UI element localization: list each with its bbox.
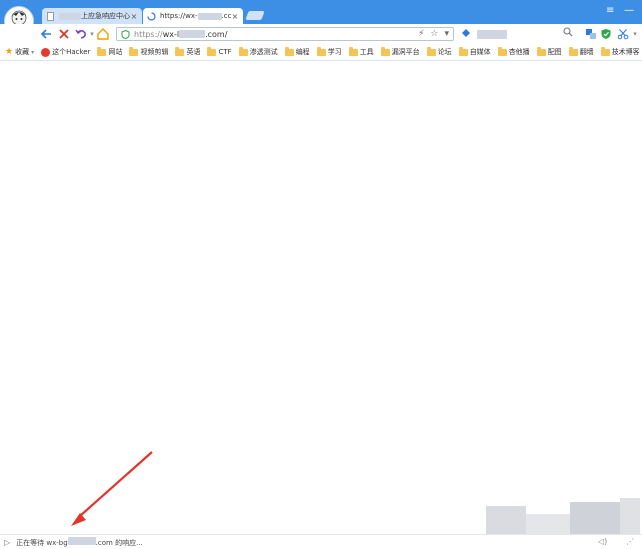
resize-grip-icon: ⋰ xyxy=(626,537,634,546)
home-icon[interactable] xyxy=(96,27,110,41)
chevron-down-icon[interactable]: ▾ xyxy=(444,29,449,39)
bookmark-folder[interactable]: CTF xyxy=(207,46,232,56)
play-icon[interactable]: ▷ xyxy=(4,538,10,547)
title-bar: 上应急响应中心 × https://wx- .cc × ≡ — xyxy=(0,0,642,24)
pixelated-blur xyxy=(570,502,620,534)
bookmark-site[interactable]: 这个Hacker xyxy=(41,47,90,57)
bookmark-folder[interactable]: 英语 xyxy=(175,46,200,57)
site-favicon-icon xyxy=(41,47,51,57)
folder-icon xyxy=(207,46,217,56)
bookmark-folder[interactable]: 配图 xyxy=(536,46,562,57)
shield-icon xyxy=(121,29,130,39)
loading-spinner-icon xyxy=(147,11,156,21)
search-icon[interactable] xyxy=(563,27,573,40)
tab-label: 上应急响应中心 xyxy=(59,11,130,21)
folder-icon xyxy=(97,46,107,56)
scissors-icon[interactable] xyxy=(617,28,629,40)
chevron-down-icon: ▾ xyxy=(31,48,35,56)
bookmark-folder[interactable]: 漏洞平台 xyxy=(380,46,420,57)
bookmark-folder[interactable]: 技术博客 xyxy=(600,46,640,57)
bookmark-favorites[interactable]: ★ 收藏 ▾ xyxy=(5,47,34,57)
status-text: 正在等待 wx-bg .com 的响应... xyxy=(16,536,143,547)
bookmark-folder[interactable]: 翻墙 xyxy=(568,46,594,57)
bookmark-folder[interactable]: 编程 xyxy=(284,46,310,57)
status-bar: ▷ 正在等待 wx-bg .com 的响应... xyxy=(0,534,642,549)
security-shield-icon[interactable] xyxy=(600,28,612,40)
folder-icon xyxy=(316,46,326,56)
folder-icon xyxy=(568,46,578,56)
tab-close-icon[interactable]: × xyxy=(130,12,138,21)
bookmark-folder[interactable]: 学习 xyxy=(316,46,342,57)
folder-icon xyxy=(175,46,185,56)
address-actions: ⚡ ☆ ▾ xyxy=(418,29,449,39)
bookmark-folder[interactable]: 网站 xyxy=(97,46,122,57)
star-icon: ★ xyxy=(5,47,14,57)
bookmark-folder[interactable]: 视频剪辑 xyxy=(129,46,168,57)
address-bar[interactable]: https://wx-l .com/ ⚡ ☆ ▾ xyxy=(116,27,454,41)
pixelated-blur xyxy=(526,514,570,534)
minimize-icon[interactable]: — xyxy=(624,5,634,16)
folder-icon xyxy=(380,46,390,56)
folder-icon xyxy=(426,46,436,56)
bookmark-folder[interactable]: 工具 xyxy=(348,46,374,57)
bookmarks-bar: ★ 收藏 ▾ 这个Hacker 网站 视频剪辑 英语 CTF 渗透测试 编程 学习… xyxy=(0,44,642,61)
page-content[interactable] xyxy=(0,61,642,534)
bookmark-folder[interactable]: 自媒体 xyxy=(458,46,491,57)
pixelated-blur xyxy=(620,498,640,534)
menu-icon[interactable]: ≡ xyxy=(606,5,614,16)
stop-x-icon[interactable] xyxy=(57,27,71,41)
folder-icon xyxy=(348,46,358,56)
page-icon xyxy=(46,11,55,21)
bookmark-folder[interactable]: 渗透测试 xyxy=(238,46,278,57)
search-box[interactable] xyxy=(458,27,576,41)
folder-icon xyxy=(536,46,546,56)
bookmark-folder[interactable]: 杏他播 xyxy=(497,46,530,57)
folder-icon xyxy=(284,46,294,56)
address-text[interactable]: https://wx-l .com/ xyxy=(134,30,227,39)
folder-icon xyxy=(497,46,507,56)
new-tab-button[interactable] xyxy=(245,11,265,20)
lightning-icon[interactable]: ⚡ xyxy=(418,29,424,39)
speaker-icon[interactable]: ◁) xyxy=(598,537,607,546)
folder-icon xyxy=(129,46,139,56)
folder-icon xyxy=(600,46,610,56)
star-icon[interactable]: ☆ xyxy=(430,29,438,39)
tab-active-loading[interactable]: https://wx- .cc × xyxy=(143,8,243,24)
translate-icon[interactable] xyxy=(585,28,597,40)
chevron-down-icon[interactable]: ▾ xyxy=(629,28,641,40)
tab-security-center[interactable]: 上应急响应中心 × xyxy=(42,8,142,24)
folder-icon xyxy=(458,46,468,56)
folder-icon xyxy=(238,46,248,56)
bookmark-folder[interactable]: 论坛 xyxy=(426,46,452,57)
back-arrow-icon[interactable] xyxy=(39,27,53,41)
tab-close-icon[interactable]: × xyxy=(231,12,239,21)
search-engine-icon xyxy=(461,28,471,40)
pixelated-blur xyxy=(486,506,526,534)
tab-label: https://wx- .cc xyxy=(160,12,231,20)
